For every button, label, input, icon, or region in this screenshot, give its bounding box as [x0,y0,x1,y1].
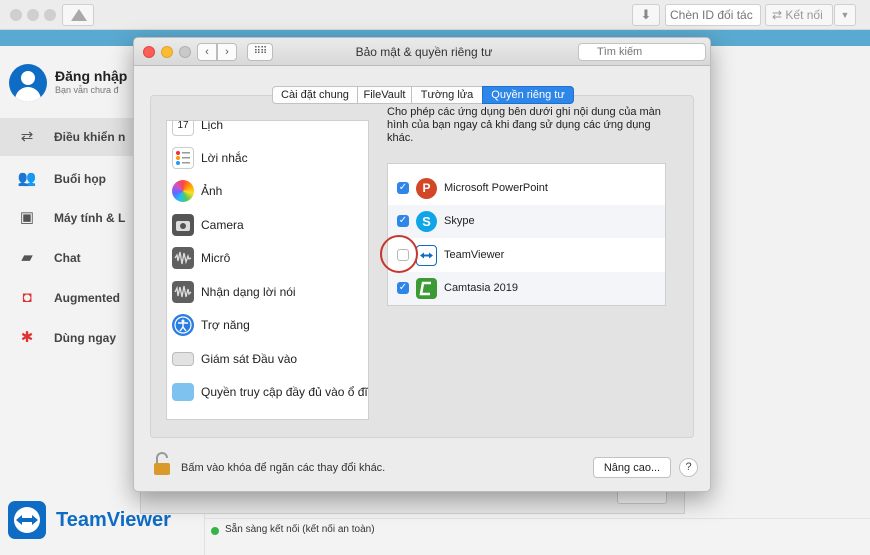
back-button[interactable]: ‹ [197,43,217,61]
tab-filevault[interactable]: FileVault [357,86,412,104]
status-bar: Sẵn sàng kết nối (kết nối an toàn) [205,518,870,555]
close-button[interactable] [10,9,22,21]
checkbox-powerpoint[interactable]: ✓ [397,182,409,194]
nav-label: Augmented [54,291,120,305]
bulb-icon: ✱ [20,329,34,346]
maximize-button[interactable] [44,9,56,21]
help-button[interactable]: ? [679,458,698,477]
accessibility-icon [172,314,194,336]
category-label: Ảnh [201,184,223,198]
lock-icon[interactable] [152,452,172,476]
privacy-panel: 17 Lịch Lời nhắc Ảnh Camera Micrô Nhận d… [150,95,694,438]
download-icon[interactable]: ⬇ [632,4,660,26]
input-monitoring-icon [172,352,194,366]
augmented-icon: ◘ [22,289,32,306]
app-row-teamviewer[interactable]: TeamViewer [388,239,665,272]
lock-hint: Bấm vào khóa để ngăn các thay đổi khác. [181,462,386,474]
list-item-partial [388,164,665,167]
reminders-icon [172,147,194,169]
status-text: Sẵn sàng kết nối (kết nối an toàn) [225,524,375,535]
category-item-microphone[interactable]: Micrô [167,242,368,275]
teamviewer-icon [416,245,437,266]
search-input[interactable] [578,43,706,61]
nav-label: Buổi họp [54,172,106,186]
advanced-button[interactable]: Nâng cao... [593,457,671,478]
connect-label: Kết nối [785,8,823,22]
minimize-button[interactable] [27,9,39,21]
security-privacy-window: ‹ › ⠿⠿ Bảo mật & quyền riêng tư ⌕ 17 Lịc… [133,37,711,492]
app-row-powerpoint[interactable]: ✓ P Microsoft PowerPoint [388,172,665,205]
background-dialog [140,490,685,514]
category-label: Giám sát Đầu vào [201,352,298,366]
calendar-icon: 17 [172,121,194,136]
arrows-icon: ⇄ [20,128,34,145]
category-item-calendar[interactable]: 17 Lịch [167,120,368,142]
category-label: Nhận dạng lời nói [201,285,296,299]
category-item-reminders[interactable]: Lời nhắc [167,142,368,175]
category-item-photos[interactable]: Ảnh [167,175,368,208]
microphone-icon [172,247,194,269]
minimize-button[interactable] [161,46,173,58]
status-dot-icon [211,527,219,535]
category-item-input-monitoring[interactable]: Giám sát Đầu vào [167,343,368,376]
app-permission-list[interactable]: ✓ P Microsoft PowerPoint ✓ S Skype TeamV… [387,163,666,306]
maximize-button[interactable] [179,46,191,58]
checkbox-camtasia[interactable]: ✓ [397,282,409,294]
connect-button[interactable]: ⇄ Kết nối [765,4,833,26]
folder-icon [172,383,194,401]
category-label: Camera [201,218,244,232]
teamviewer-titlebar: ⬇ ⇄ Kết nối ▼ [0,0,870,30]
category-label: Lịch [201,120,224,132]
window-titlebar: ‹ › ⠿⠿ Bảo mật & quyền riêng tư ⌕ [134,38,710,66]
checkbox-skype[interactable]: ✓ [397,215,409,227]
highlight-circle-annotation [380,235,418,273]
app-name: TeamViewer [444,249,505,261]
tab-general[interactable]: Cài đặt chung [272,86,358,104]
category-label: Quyền truy cập đầy đủ vào ổ đĩa [201,385,369,399]
app-name: Camtasia 2019 [444,282,518,294]
powerpoint-icon: P [416,178,437,199]
category-label: Micrô [201,251,231,265]
nav-label: Chat [54,251,81,265]
background-dialog-button[interactable] [617,490,667,504]
skype-icon: S [416,211,437,232]
login-subtitle: Bạn vẫn chưa đ [55,85,119,95]
app-row-camtasia[interactable]: ✓ Camtasia 2019 [388,272,665,305]
window-title: Bảo mật & quyền riêng tư [355,45,493,59]
nav-label: Điều khiển n [54,130,126,144]
login-title[interactable]: Đăng nhập [55,68,127,84]
privacy-category-list[interactable]: 17 Lịch Lời nhắc Ảnh Camera Micrô Nhận d… [166,120,369,420]
chevron-down-icon[interactable]: ▼ [834,4,856,26]
chat-icon: ▰ [21,249,33,266]
avatar[interactable] [9,64,47,102]
app-row-skype[interactable]: ✓ S Skype [388,205,665,238]
app-name: Microsoft PowerPoint [444,182,548,194]
screen-recording-pane: Cho phép các ứng dụng bên dưới ghi nội d… [380,96,683,396]
category-label: Lời nhắc [201,151,248,165]
speech-recognition-icon [172,281,194,303]
computers-icon: ▣ [19,209,35,226]
show-all-grid-icon[interactable]: ⠿⠿ [247,43,273,61]
partner-id-input[interactable] [665,4,761,26]
teamviewer-logo-icon [8,501,46,539]
meeting-icon: 👥 [17,170,37,187]
screen-recording-description: Cho phép các ứng dụng bên dưới ghi nội d… [387,106,661,144]
category-item-accessibility[interactable]: Trợ năng [167,309,368,342]
teamviewer-logo-icon [62,4,94,26]
tab-privacy[interactable]: Quyền riêng tư [482,86,574,104]
category-item-camera[interactable]: Camera [167,209,368,242]
nav-label: Dùng ngay [54,331,116,345]
nav-label: Máy tính & L [54,211,126,225]
tab-firewall[interactable]: Tường lửa [411,86,483,104]
category-item-full-disk-access[interactable]: Quyền truy cập đầy đủ vào ổ đĩa [167,376,369,409]
camera-icon [172,214,194,236]
photos-icon [172,180,194,202]
app-name: Skype [444,215,475,227]
forward-button[interactable]: › [217,43,237,61]
camtasia-icon [416,278,437,299]
category-label: Trợ năng [201,318,250,332]
arrow-icon: ⇄ [772,8,786,22]
close-button[interactable] [143,46,155,58]
category-item-speech-recognition[interactable]: Nhận dạng lời nói [167,276,368,309]
